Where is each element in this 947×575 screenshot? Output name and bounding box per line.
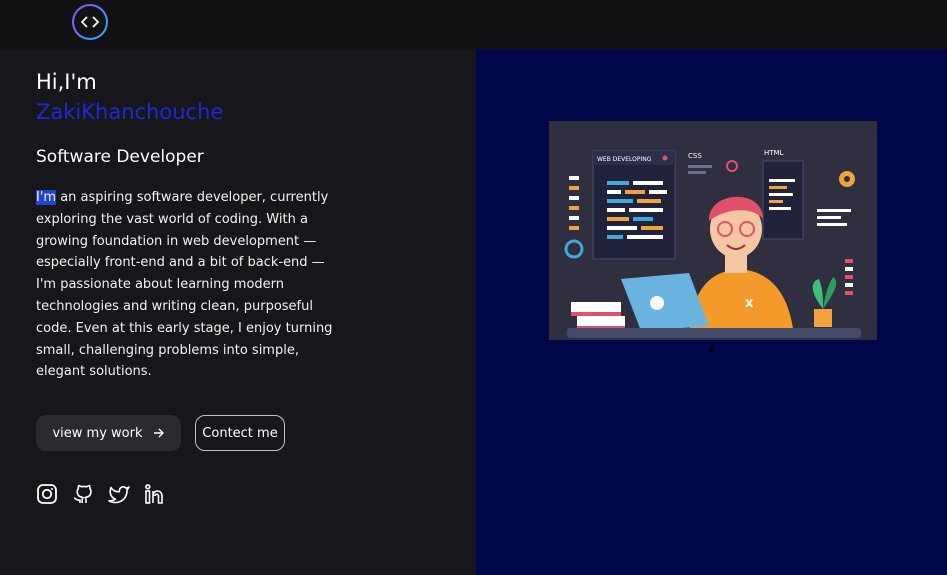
- code-brackets-icon: [81, 16, 99, 28]
- role-title: Software Developer: [36, 147, 204, 167]
- decorative-mark: [708, 344, 715, 354]
- github-icon[interactable]: [72, 483, 94, 505]
- developer-illustration: WEB DEVELOPING CSS HTML x: [549, 121, 877, 340]
- view-work-label: view my work: [52, 425, 143, 441]
- html-text: HTML: [764, 149, 784, 157]
- instagram-icon[interactable]: [36, 483, 58, 505]
- illustration-graphic: WEB DEVELOPING CSS HTML x: [564, 149, 861, 338]
- hero-right-panel: WEB DEVELOPING CSS HTML x: [476, 49, 947, 575]
- logo[interactable]: [72, 4, 108, 40]
- social-links: [36, 483, 166, 505]
- developer-name: ZakiKhanchouche: [36, 100, 224, 124]
- twitter-icon[interactable]: [108, 483, 130, 505]
- arrow-right-icon: [153, 428, 164, 438]
- contact-button[interactable]: Contect me: [195, 415, 285, 451]
- linkedin-icon[interactable]: [144, 483, 166, 505]
- text-selection-highlight: I'm: [36, 190, 57, 205]
- about-text: I'm an aspiring software developer, curr…: [36, 187, 336, 383]
- hero-left-panel: Hi,I'm ZakiKhanchouche Software Develope…: [0, 49, 476, 575]
- greeting: Hi,I'm: [36, 70, 97, 94]
- css-text: CSS: [688, 152, 702, 160]
- view-work-button[interactable]: view my work: [36, 415, 181, 451]
- web-developing-text: WEB DEVELOPING: [597, 156, 652, 163]
- svg-text:x: x: [745, 296, 754, 311]
- about-body: an aspiring software developer, currentl…: [36, 190, 333, 380]
- contact-label: Contect me: [202, 425, 278, 441]
- top-bar: [0, 0, 947, 49]
